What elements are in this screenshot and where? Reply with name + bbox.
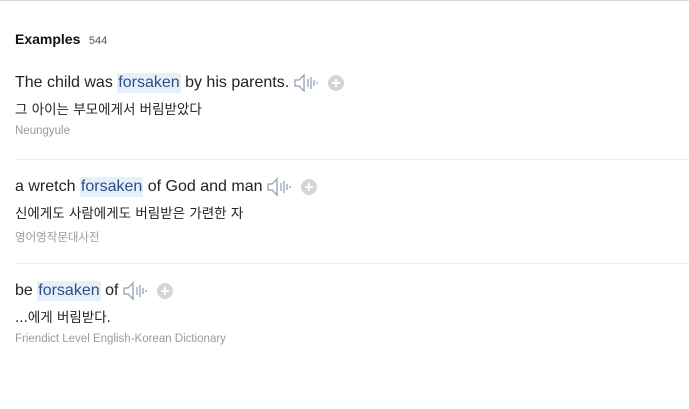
add-to-wordbook-icon[interactable] bbox=[328, 75, 345, 91]
speaker-icon[interactable] bbox=[123, 281, 149, 301]
sentence-text-post: by his parents. bbox=[180, 74, 290, 91]
example-translation: ...에게 버림받다. bbox=[15, 310, 111, 326]
example-count: 544 bbox=[88, 35, 108, 47]
sentence-text-pre: be bbox=[15, 282, 38, 299]
example-sentence: a wretch forsaken of God and man bbox=[15, 176, 689, 198]
add-to-wordbook-icon[interactable] bbox=[157, 283, 174, 299]
add-to-wordbook-icon[interactable] bbox=[301, 179, 318, 195]
speaker-icon[interactable] bbox=[294, 73, 320, 93]
example-source: 영어영작문대사전 bbox=[15, 232, 100, 244]
keyword-highlight[interactable]: forsaken bbox=[117, 73, 181, 93]
example-source: Neungyule bbox=[15, 125, 70, 137]
example-sentence: The child was forsaken by his parents. bbox=[15, 72, 689, 94]
example-item: The child was forsaken by his parents. 그… bbox=[15, 72, 689, 160]
example-item: a wretch forsaken of God and man 신에게도 사람… bbox=[15, 176, 689, 264]
example-sentence: be forsaken of bbox=[15, 280, 689, 302]
keyword-highlight[interactable]: forsaken bbox=[79, 177, 144, 197]
keyword-highlight[interactable]: forsaken bbox=[37, 281, 101, 301]
example-source: Friendict Level English-Korean Dictionar… bbox=[15, 333, 226, 345]
top-divider bbox=[0, 0, 689, 1]
sentence-text-pre: a wretch bbox=[15, 178, 80, 195]
speaker-icon[interactable] bbox=[267, 177, 293, 197]
example-item: be forsaken of ...에게 버림받다. Friendict Lev… bbox=[15, 280, 689, 360]
sentence-text-pre: The child was bbox=[15, 74, 118, 91]
sentence-text-post: of God and man bbox=[143, 178, 263, 195]
example-translation: 신에게도 사람에게도 버림받은 가련한 자 bbox=[15, 206, 244, 222]
section-title: Examples bbox=[15, 31, 81, 47]
sentence-text-post: of bbox=[100, 282, 119, 299]
examples-header: Examples 544 bbox=[15, 31, 107, 49]
example-translation: 그 아이는 부모에게서 버림받았다 bbox=[15, 102, 202, 118]
